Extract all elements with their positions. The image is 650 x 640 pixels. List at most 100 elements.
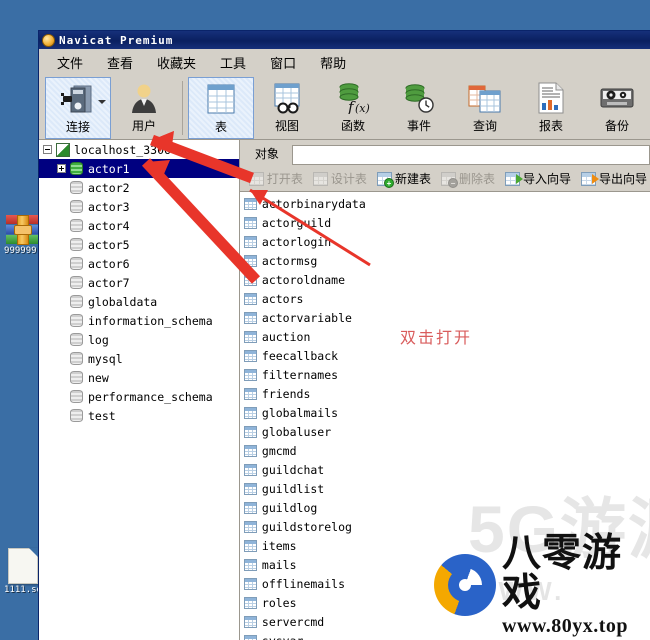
toolbar-button-connection[interactable]: 连接 xyxy=(45,77,111,139)
menu-tools[interactable]: 工具 xyxy=(208,51,258,74)
database-icon xyxy=(70,238,83,251)
tree-node-actor3[interactable]: actor3 xyxy=(39,197,239,216)
collapse-toggle-icon[interactable] xyxy=(43,145,52,154)
menu-favorites[interactable]: 收藏夹 xyxy=(145,51,208,74)
function-icon: f (x) xyxy=(336,80,370,116)
table-list-item[interactable]: gmcmd xyxy=(240,441,650,460)
table-list-item[interactable]: globaluser xyxy=(240,422,650,441)
toolbar-button-view[interactable]: 视图 xyxy=(254,77,320,139)
tree-node-actor7[interactable]: actor7 xyxy=(39,273,239,292)
table-list-item[interactable]: actoroldname xyxy=(240,270,650,289)
sql-file-icon xyxy=(8,548,38,584)
table-icon xyxy=(243,596,257,609)
table-list-item[interactable]: auction xyxy=(240,327,650,346)
table-name: items xyxy=(261,538,297,553)
button-label: 新建表 xyxy=(394,172,431,186)
table-list-item[interactable]: guildstorelog xyxy=(240,517,650,536)
table-list-item[interactable]: filternames xyxy=(240,365,650,384)
tree-node-actor1[interactable]: actor1 xyxy=(39,159,239,178)
toolbar-label: 视图 xyxy=(274,119,299,133)
tree-node-actor4[interactable]: actor4 xyxy=(39,216,239,235)
object-toolbar: 打开表 设计表 + 新建表 − 删除表 导入向导 导出向导 xyxy=(239,166,650,192)
design-table-button[interactable]: 设计表 xyxy=(310,168,370,189)
query-icon xyxy=(468,80,502,116)
table-icon xyxy=(243,482,257,495)
tab-objects[interactable]: 对象 xyxy=(246,142,288,166)
table-list-item[interactable]: actorguild xyxy=(240,213,650,232)
navicat-window: Navicat Premium 文件 查看 收藏夹 工具 窗口 帮助 连接 用户… xyxy=(38,30,650,640)
table-list-item[interactable]: offlinemails xyxy=(240,574,650,593)
table-list-item[interactable]: servercmd xyxy=(240,612,650,631)
export-wizard-icon xyxy=(580,171,599,186)
toolbar-button-event[interactable]: 事件 xyxy=(386,77,452,139)
table-name: actorvariable xyxy=(261,310,352,325)
table-icon xyxy=(243,387,257,400)
import-wizard-button[interactable]: 导入向导 xyxy=(502,168,574,189)
toolbar-button-function[interactable]: f (x) 函数 xyxy=(320,77,386,139)
table-list-item[interactable]: guildlist xyxy=(240,479,650,498)
table-list-item[interactable]: roles xyxy=(240,593,650,612)
table-list-item[interactable]: feecallback xyxy=(240,346,650,365)
table-list-item[interactable]: actorvariable xyxy=(240,308,650,327)
tree-node-actor2[interactable]: actor2 xyxy=(39,178,239,197)
table-icon xyxy=(243,311,257,324)
table-list[interactable]: actorbinarydata actorguild actorlogin ac… xyxy=(239,192,650,640)
menu-window[interactable]: 窗口 xyxy=(258,51,308,74)
new-table-button[interactable]: + 新建表 xyxy=(374,168,434,189)
table-icon xyxy=(243,463,257,476)
table-list-item[interactable]: friends xyxy=(240,384,650,403)
table-list-item[interactable]: items xyxy=(240,536,650,555)
tree-node-server[interactable]: localhost_3306 xyxy=(39,140,239,159)
toolbar-button-table[interactable]: 表 xyxy=(188,77,254,139)
table-name: globaluser xyxy=(261,424,332,439)
table-name: globalmails xyxy=(261,405,339,420)
menu-view[interactable]: 查看 xyxy=(95,51,145,74)
menu-help[interactable]: 帮助 xyxy=(308,51,358,74)
table-name: servercmd xyxy=(261,614,325,629)
tree-node-information-schema[interactable]: information_schema xyxy=(39,311,239,330)
toolbar-label: 备份 xyxy=(604,119,629,133)
table-list-item[interactable]: actors xyxy=(240,289,650,308)
tree-node-performance-schema[interactable]: performance_schema xyxy=(39,387,239,406)
table-name: friends xyxy=(261,386,311,401)
object-pane: 对象 打开表 设计表 + 新建表 − 删除表 导入向导 导出向导 actorbi… xyxy=(239,140,650,640)
connection-tree[interactable]: localhost_3306 actor1 actor2 actor3 acto… xyxy=(39,140,240,640)
tree-node-globaldata[interactable]: globaldata xyxy=(39,292,239,311)
tree-node-label: actor1 xyxy=(88,161,130,176)
tree-node-new[interactable]: new xyxy=(39,368,239,387)
delete-table-button[interactable]: − 删除表 xyxy=(438,168,498,189)
tree-node-actor5[interactable]: actor5 xyxy=(39,235,239,254)
toolbar-label: 连接 xyxy=(65,120,90,134)
table-list-item[interactable]: globalmails xyxy=(240,403,650,422)
toolbar-button-report[interactable]: 报表 xyxy=(518,77,584,139)
table-list-item[interactable]: guildlog xyxy=(240,498,650,517)
export-wizard-button[interactable]: 导出向导 xyxy=(578,168,650,189)
table-list-item[interactable]: guildchat xyxy=(240,460,650,479)
table-icon xyxy=(243,292,257,305)
table-list-item[interactable]: sysvar xyxy=(240,631,650,640)
toolbar-button-user[interactable]: 用户 xyxy=(111,77,177,139)
tree-node-test[interactable]: test xyxy=(39,406,239,425)
toolbar-button-backup[interactable]: 备份 xyxy=(584,77,650,139)
table-list-item[interactable]: actorbinarydata xyxy=(240,194,650,213)
open-table-button[interactable]: 打开表 xyxy=(246,168,306,189)
tree-node-actor6[interactable]: actor6 xyxy=(39,254,239,273)
window-titlebar[interactable]: Navicat Premium xyxy=(39,31,650,49)
delete-table-icon: − xyxy=(440,171,458,188)
expand-toggle-icon[interactable] xyxy=(57,164,66,173)
table-list-item[interactable]: mails xyxy=(240,555,650,574)
table-name: actors xyxy=(261,291,304,306)
table-list-item[interactable]: actormsg xyxy=(240,251,650,270)
menu-file[interactable]: 文件 xyxy=(45,51,95,74)
database-icon xyxy=(70,276,83,289)
toolbar-button-query[interactable]: 查询 xyxy=(452,77,518,139)
database-icon xyxy=(70,181,83,194)
table-icon xyxy=(243,254,257,267)
tree-node-label: globaldata xyxy=(88,294,158,309)
tree-node-mysql[interactable]: mysql xyxy=(39,349,239,368)
tree-node-log[interactable]: log xyxy=(39,330,239,349)
table-list-item[interactable]: actorlogin xyxy=(240,232,650,251)
chevron-down-icon[interactable] xyxy=(98,100,106,104)
winrar-icon xyxy=(6,215,40,245)
object-address-bar[interactable] xyxy=(291,145,650,165)
